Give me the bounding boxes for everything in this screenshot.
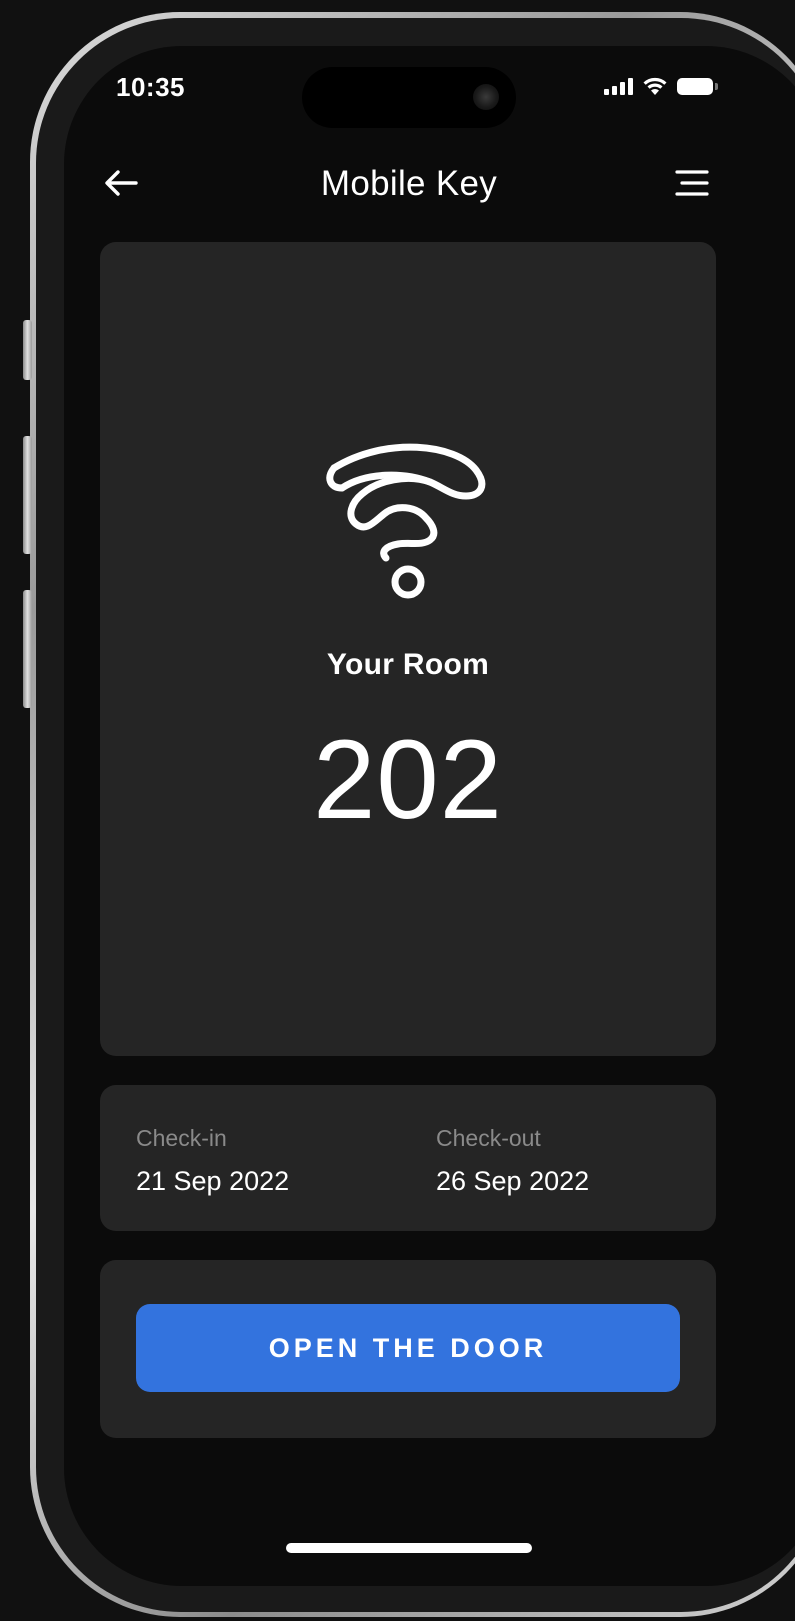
menu-icon (675, 170, 709, 196)
volume-up-button (23, 436, 32, 554)
status-icons (604, 76, 718, 96)
wifi-icon (643, 77, 667, 95)
check-out-block: Check-out 26 Sep 2022 (436, 1125, 589, 1197)
room-label: Your Room (326, 648, 490, 681)
open-door-button[interactable]: OPEN THE DOOR (136, 1304, 680, 1392)
check-out-date: 26 Sep 2022 (436, 1166, 590, 1196)
stay-dates-card: Check-in 21 Sep 2022 Check-out 26 Sep 20… (100, 1085, 716, 1231)
status-time: 10:35 (116, 72, 185, 102)
check-in-date: 21 Sep 2022 (136, 1166, 290, 1196)
nfc-icon (326, 443, 486, 599)
home-indicator[interactable] (286, 1543, 532, 1553)
battery-icon (677, 77, 718, 95)
volume-down-button (23, 590, 32, 708)
check-in-block: Check-in 21 Sep 2022 (136, 1125, 289, 1197)
check-in-label: Check-in (136, 1125, 227, 1151)
menu-button[interactable] (670, 161, 714, 205)
check-out-label: Check-out (436, 1125, 541, 1151)
door-action-card: OPEN THE DOOR (100, 1260, 716, 1438)
room-number: 202 (313, 717, 503, 842)
mute-switch (23, 320, 32, 380)
room-key-card: Your Room 202 (100, 242, 716, 1056)
front-camera (473, 84, 499, 110)
app-stage: 10:35 Mobile Key Your Room 202 Check-in … (0, 0, 795, 1621)
page-title: Mobile Key (320, 164, 498, 203)
dynamic-island (302, 67, 516, 128)
phone-screen: 10:35 Mobile Key Your Room 202 Check-in … (64, 46, 795, 1586)
cellular-signal-icon (604, 77, 633, 95)
